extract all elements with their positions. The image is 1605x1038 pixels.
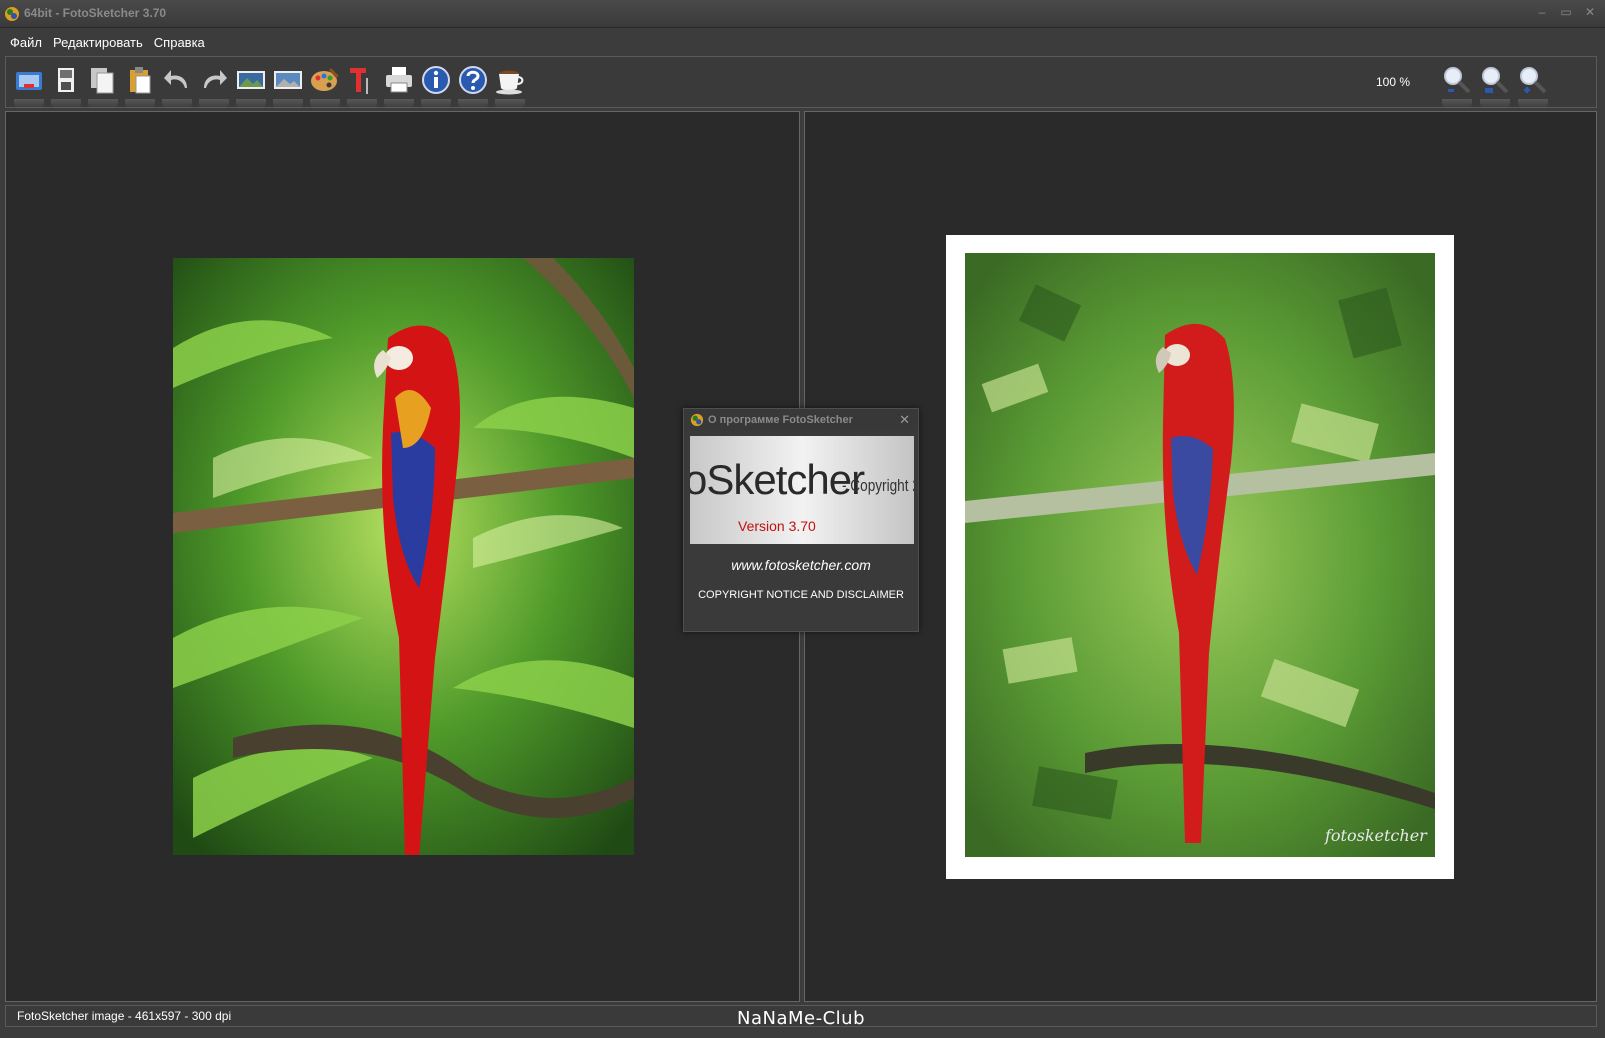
watermark: NaNaMe-Club	[737, 1008, 865, 1029]
zoom-out-button[interactable]	[1440, 63, 1474, 109]
title-bar: 64bit - FotoSketcher 3.70 – ▭ ✕	[0, 0, 1605, 28]
menu-help[interactable]: Справка	[154, 35, 205, 50]
copyright-notice-link[interactable]: COPYRIGHT NOTICE AND DISCLAIMER	[684, 589, 918, 601]
redo-button[interactable]	[197, 63, 231, 109]
parrot-photo	[173, 258, 634, 855]
paste-icon	[130, 67, 151, 94]
status-text: FotoSketcher image - 461x597 - 300 dpi	[17, 1009, 232, 1023]
undo-icon	[164, 70, 187, 88]
help-button[interactable]	[456, 63, 490, 109]
svg-text:fotosketcher: fotosketcher	[1324, 826, 1428, 845]
original-photo	[173, 258, 634, 855]
zoom-in-button[interactable]	[1516, 63, 1550, 109]
window-title: 64bit - FotoSketcher 3.70	[24, 6, 167, 20]
app-window: 64bit - FotoSketcher 3.70 – ▭ ✕ Файл Ред…	[0, 0, 1605, 1038]
copy-button[interactable]	[86, 63, 120, 109]
text-button[interactable]	[345, 63, 379, 109]
app-icon	[5, 7, 19, 21]
about-dialog: О программе FotoSketcher ✕ oSketcher - C…	[683, 408, 919, 632]
website-link[interactable]: www.fotosketcher.com	[684, 557, 918, 573]
menu-edit[interactable]: Редактировать	[53, 35, 143, 50]
splash-logo: oSketcher	[690, 456, 865, 503]
print-icon	[386, 67, 412, 93]
minimize-button[interactable]: –	[1535, 4, 1549, 20]
save-icon	[58, 68, 74, 92]
menu-bar: Файл Редактировать Справка	[0, 28, 1605, 56]
redo-icon	[204, 70, 227, 88]
original-image-icon	[237, 71, 265, 89]
palette-icon	[311, 68, 339, 91]
menu-file[interactable]: Файл	[10, 35, 42, 50]
dialog-close-button[interactable]: ✕	[899, 412, 910, 428]
maximize-button[interactable]: ▭	[1559, 4, 1573, 20]
original-image-pane[interactable]	[5, 111, 800, 1002]
text-icon	[350, 68, 368, 94]
sketch-frame: fotosketcher	[946, 235, 1454, 879]
zoom-level: 100 %	[1375, 75, 1410, 89]
info-button[interactable]	[419, 63, 453, 109]
toolbar: 100 %	[5, 56, 1597, 109]
print-button[interactable]	[382, 63, 416, 109]
window-controls: – ▭ ✕	[1535, 4, 1597, 20]
sketch-image-icon	[274, 71, 302, 89]
paste-button[interactable]	[123, 63, 157, 109]
undo-button[interactable]	[160, 63, 194, 109]
version-label: Version 3.70	[738, 518, 816, 534]
info-icon	[422, 66, 450, 94]
zoom-fit-icon	[1482, 67, 1509, 94]
close-window-button[interactable]: ✕	[1583, 4, 1597, 20]
coffee-button[interactable]	[493, 63, 527, 109]
help-icon	[459, 66, 487, 94]
sketch-image-pane[interactable]: fotosketcher	[804, 111, 1597, 1002]
app-icon	[690, 413, 704, 427]
open-icon	[16, 72, 42, 90]
palette-button[interactable]	[308, 63, 342, 109]
zoom-out-icon	[1444, 67, 1471, 94]
coffee-icon	[496, 70, 524, 95]
dialog-title: О программе FotoSketcher	[708, 414, 853, 426]
splash-copyright: - Copyright 2	[842, 476, 914, 495]
zoom-fit-button[interactable]	[1478, 63, 1512, 109]
copy-icon	[91, 68, 114, 94]
zoom-in-icon	[1520, 67, 1547, 94]
save-button[interactable]	[49, 63, 83, 109]
dialog-title-bar: О программе FotoSketcher ✕	[684, 409, 918, 431]
sketch-image-button[interactable]	[271, 63, 305, 109]
original-image-button[interactable]	[234, 63, 268, 109]
open-button[interactable]	[12, 63, 46, 109]
painted-parrot-image: fotosketcher	[965, 253, 1435, 857]
splash-banner: oSketcher - Copyright 2 Version 3.70	[690, 436, 914, 544]
